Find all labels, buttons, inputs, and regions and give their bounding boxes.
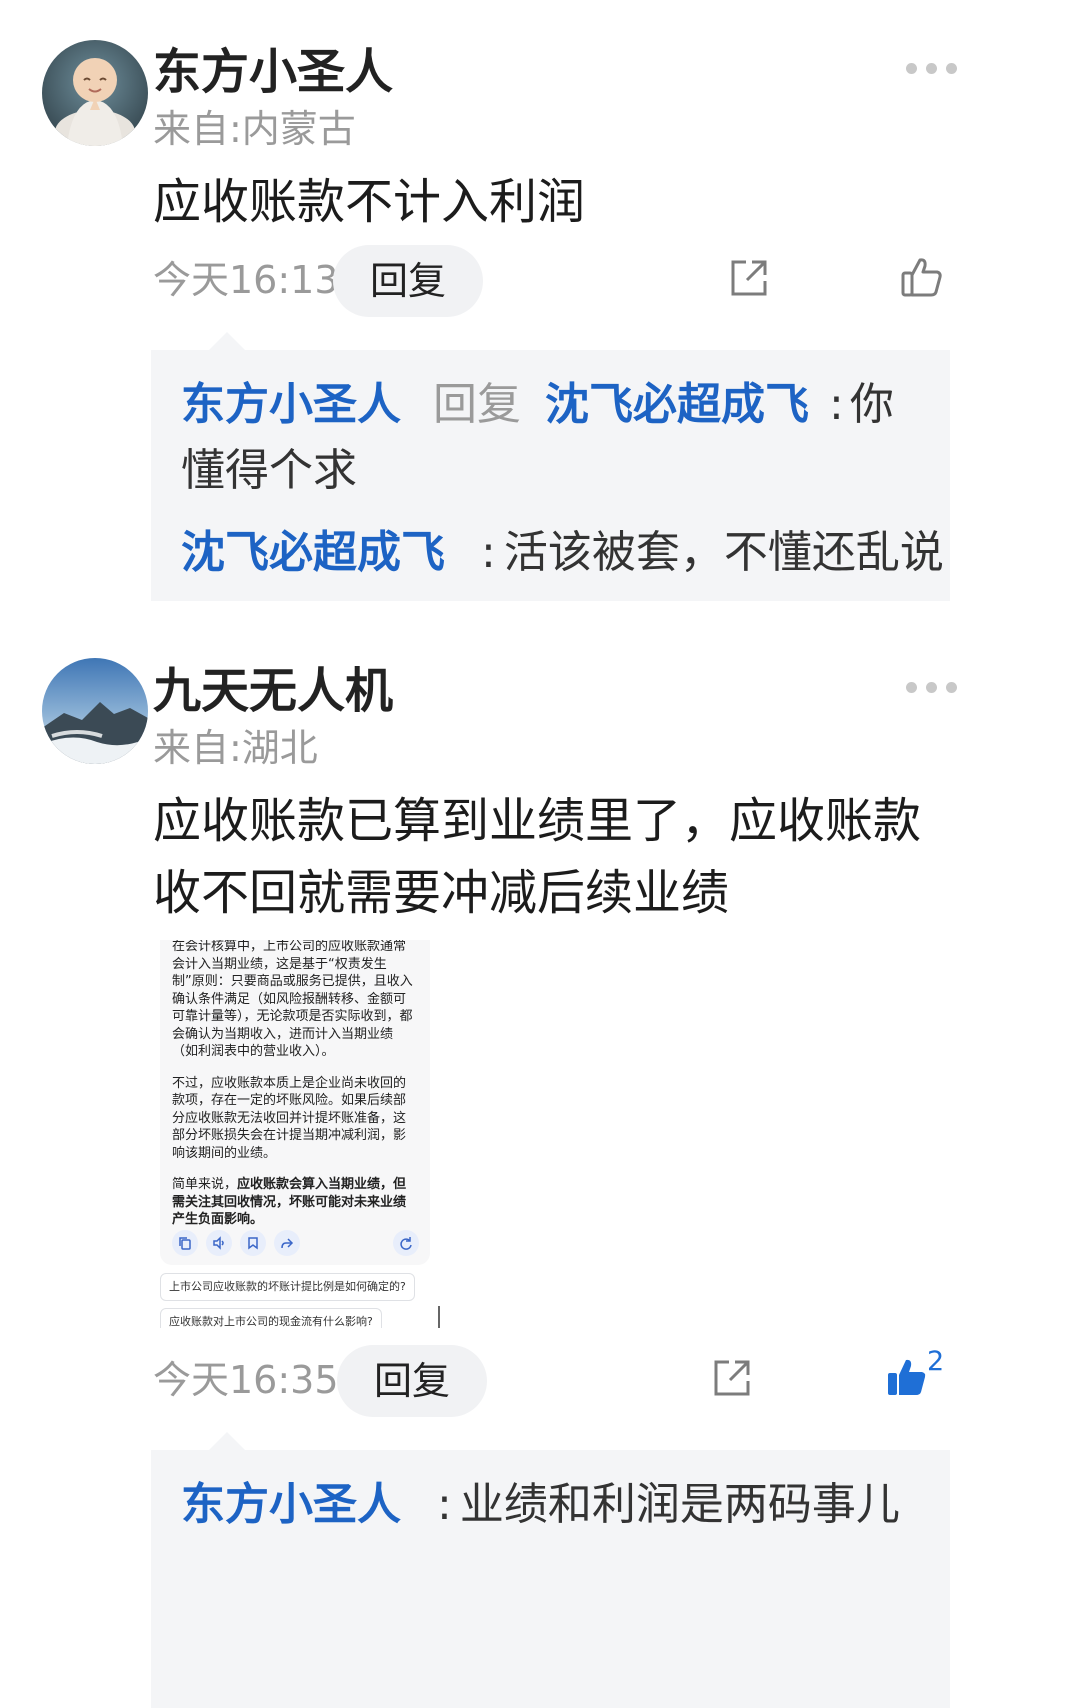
avatar[interactable] [42, 40, 148, 146]
reply-text: 活该被套，不懂还乱说 [503, 527, 944, 578]
reply-item[interactable]: 东方小圣人 回复 沈飞必超成飞 : 你懂得个求 [181, 372, 926, 504]
reply-connector: 回复 [433, 379, 521, 430]
share-icon[interactable] [711, 1357, 753, 1399]
reply-author[interactable]: 东方小圣人 [181, 1479, 401, 1530]
like-count: 2 [927, 1346, 945, 1377]
comment-time: 今天16:13 [153, 258, 339, 302]
reply-separator: : [481, 527, 496, 578]
share-icon[interactable] [728, 257, 770, 299]
like-icon-active[interactable] [885, 1355, 929, 1399]
reply-text: 业绩和利润是两码事儿 [459, 1479, 900, 1530]
more-options-icon[interactable] [906, 63, 957, 74]
more-options-icon[interactable] [906, 682, 957, 693]
comment-username[interactable]: 东方小圣人 [153, 44, 393, 100]
reply-separator: : [437, 1479, 452, 1530]
reply-button[interactable]: 回复 [337, 1345, 487, 1417]
reply-author[interactable]: 沈飞必超成飞 [181, 527, 445, 578]
thread-pointer [209, 1432, 245, 1450]
thread-pointer [209, 332, 245, 350]
comment-text: 应收账款不计入利润 [153, 174, 586, 230]
comment-image[interactable]: 在会计核算中，上市公司的应收账款通常会计入当期业绩，这是基于“权责发生制”原则：… [160, 940, 440, 1328]
answer-paragraph: 不过，应收账款本质上是企业尚未收回的款项，存在一定的坏账风险。如果后续部分应收账… [172, 1075, 407, 1161]
speaker-icon[interactable] [206, 1230, 232, 1256]
reply-item[interactable]: 沈飞必超成飞 : 活该被套，不懂还乱说 [181, 520, 944, 586]
suggested-question[interactable]: 上市公司应收账款的坏账计提比例是如何确定的? [160, 1273, 415, 1301]
answer-toolbar [172, 1230, 300, 1256]
reply-thread: 东方小圣人 回复 沈飞必超成飞 : 你懂得个求 沈飞必超成飞 : 活该被套，不懂还乱… [151, 332, 950, 601]
suggested-question[interactable]: 应收账款对上市公司的现金流有什么影响? [160, 1308, 382, 1328]
bookmark-icon[interactable] [240, 1230, 266, 1256]
avatar[interactable] [42, 658, 148, 764]
share-icon[interactable] [274, 1230, 300, 1256]
comment-location: 来自:湖北 [153, 726, 318, 770]
comment-location: 来自:内蒙古 [153, 107, 356, 151]
reply-button[interactable]: 回复 [333, 245, 483, 317]
answer-summary-prefix: 简单来说， [172, 1177, 238, 1192]
like-icon[interactable] [900, 255, 944, 299]
reply-separator: : [829, 379, 844, 430]
reply-target[interactable]: 沈飞必超成飞 [545, 379, 809, 430]
refresh-icon[interactable] [393, 1230, 419, 1256]
reply-thread: 东方小圣人 : 业绩和利润是两码事儿 [151, 1432, 950, 1708]
ai-answer-text: 在会计核算中，上市公司的应收账款通常会计入当期业绩，这是基于“权责发生制”原则：… [172, 940, 414, 1243]
comment-text: 应收账款已算到业绩里了，应收账款收不回就需要冲减后续业绩 [153, 793, 922, 921]
copy-icon[interactable] [172, 1230, 198, 1256]
reply-item[interactable]: 东方小圣人 : 业绩和利润是两码事儿 [181, 1472, 941, 1538]
text-cursor [438, 1306, 440, 1328]
comment-username[interactable]: 九天无人机 [153, 663, 393, 719]
answer-paragraph: 简单来说，应收账款会算入当期业绩，但需关注其回收情况，坏账可能对未来业绩产生负面… [172, 1176, 414, 1229]
answer-paragraph: 在会计核算中，上市公司的应收账款通常会计入当期业绩，这是基于“权责发生制”原则：… [172, 940, 413, 1059]
comment-time: 今天16:35 [153, 1358, 339, 1402]
reply-author[interactable]: 东方小圣人 [181, 379, 401, 430]
